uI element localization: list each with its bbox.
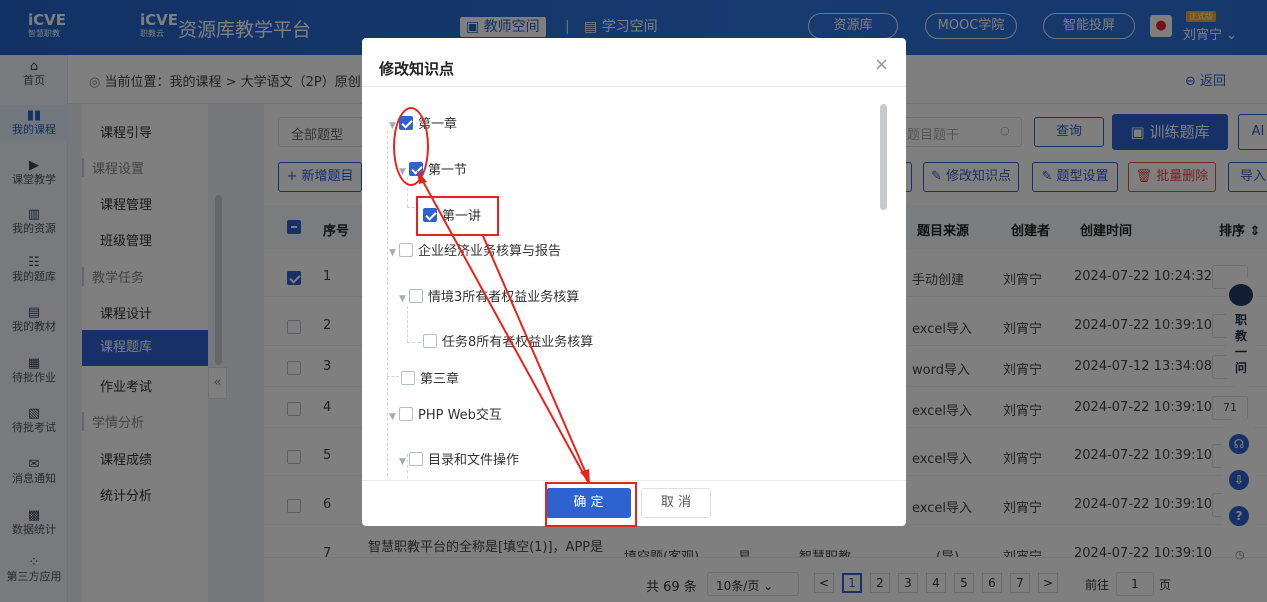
- annotation-arrows: [417, 170, 590, 484]
- annotation-arrow: [419, 175, 589, 483]
- arrowhead: [417, 170, 427, 184]
- annotation-arrow: [482, 235, 589, 479]
